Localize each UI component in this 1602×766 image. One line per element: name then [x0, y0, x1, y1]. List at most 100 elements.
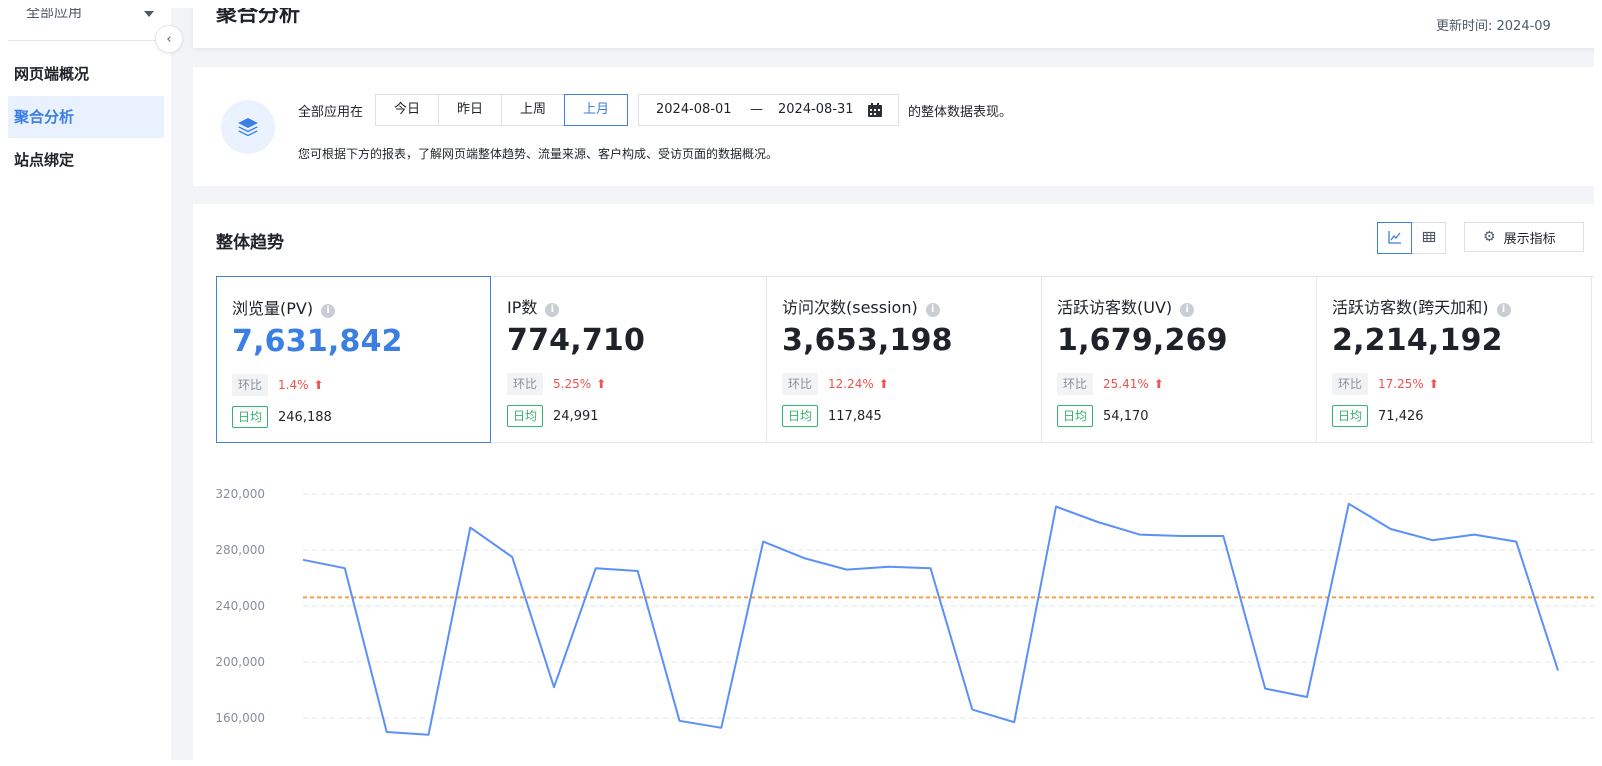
layers-icon	[221, 100, 275, 154]
filter-suffix-text: 的整体数据表现。	[908, 105, 1013, 120]
kpi-card-session[interactable]: 访问次数(session) i 3,653,198 环比 12.24% ⬆ 日均 117…	[767, 276, 1042, 443]
change-value: 5.25%	[553, 377, 592, 391]
change-value: 25.41%	[1103, 377, 1149, 391]
kpi-name: 活跃访客数(UV) i	[1057, 294, 1195, 318]
date-end: 2024-08-31	[778, 102, 854, 117]
kpi-change: 环比 5.25% ⬆	[507, 373, 606, 395]
app-select[interactable]: 全部应用	[8, 8, 171, 41]
date-range-picker[interactable]: 2024-08-01 — 2024-08-31	[638, 94, 899, 126]
filter-prefix-text: 全部应用在	[298, 105, 364, 120]
avg-label: 日均	[1057, 405, 1094, 427]
y-tick-label: 160,000	[215, 711, 265, 725]
info-icon[interactable]: i	[1180, 303, 1195, 317]
line-chart-view-button[interactable]	[1377, 222, 1412, 254]
kpi-change: 环比 25.41% ⬆	[1057, 373, 1164, 395]
info-icon[interactable]: i	[1496, 303, 1511, 317]
change-value: 17.25%	[1378, 377, 1424, 391]
kpi-value: 2,214,192	[1332, 323, 1503, 358]
kpi-card-pv[interactable]: 浏览量(PV) i 7,631,842 环比 1.4% ⬆ 日均 246,188	[216, 276, 491, 443]
avg-value: 246,188	[278, 409, 332, 425]
info-icon[interactable]: i	[321, 304, 336, 318]
kpi-daily-average: 日均 117,845	[782, 405, 882, 427]
avg-label: 日均	[782, 405, 819, 427]
change-label: 环比	[232, 374, 269, 396]
kpi-value: 7,631,842	[232, 324, 403, 359]
kpi-daily-average: 日均 24,991	[507, 405, 599, 427]
app-frame: 全部应用 网页端概况 聚合分析 站点绑定 ‹ 聚合分析 更新时间: 2024-0…	[8, 8, 1602, 760]
y-tick-label: 240,000	[215, 599, 265, 613]
kpi-row: 浏览量(PV) i 7,631,842 环比 1.4% ⬆ 日均 246,188 IP数…	[216, 276, 1602, 443]
kpi-name-text: 活跃访客数(UV)	[1057, 298, 1173, 317]
kpi-value: 774,710	[507, 323, 646, 358]
arrow-up-icon: ⬆	[1428, 377, 1439, 391]
trend-panel: 整体趋势 ⚙ 展示指标 浏览量(PV) i 7,631,842 环比 1.4% ⬆	[193, 204, 1602, 760]
kpi-name-text: 访问次数(session)	[782, 298, 918, 317]
view-toggle	[1377, 222, 1446, 254]
avg-value: 54,170	[1103, 408, 1149, 424]
kpi-value: 3,653,198	[782, 323, 953, 358]
date-separator: —	[750, 102, 763, 117]
kpi-daily-average: 日均 54,170	[1057, 405, 1149, 427]
avg-value: 117,845	[828, 408, 882, 424]
page-title: 聚合分析	[216, 8, 300, 26]
kpi-card-uv-cross-day[interactable]: 活跃访客数(跨天加和) i 2,214,192 环比 17.25% ⬆ 日均 71,42…	[1317, 276, 1592, 443]
change-value: 12.24%	[828, 377, 874, 391]
avg-label: 日均	[232, 406, 269, 428]
change-label: 环比	[1057, 373, 1094, 395]
kpi-card-ip[interactable]: IP数 i 774,710 环比 5.25% ⬆ 日均 24,991	[492, 276, 767, 443]
date-start: 2024-08-01	[656, 102, 732, 117]
trend-title: 整体趋势	[216, 233, 284, 253]
y-tick-label: 320,000	[215, 487, 265, 501]
kpi-name-text: IP数	[507, 298, 538, 317]
kpi-name-text: 浏览量(PV)	[232, 299, 314, 318]
gear-icon: ⚙	[1483, 229, 1496, 245]
change-label: 环比	[782, 373, 819, 395]
kpi-card-uv[interactable]: 活跃访客数(UV) i 1,679,269 环比 25.41% ⬆ 日均 54,170	[1042, 276, 1317, 443]
display-metrics-button[interactable]: ⚙ 展示指标	[1464, 222, 1584, 252]
filter-panel: 全部应用在 今日 昨日 上周 上月 2024-08-01 — 2024-08-3…	[193, 67, 1602, 186]
arrow-up-icon: ⬆	[878, 377, 889, 391]
change-label: 环比	[1332, 373, 1369, 395]
trend-line-chart[interactable]: 320,000 280,000 240,000 200,000 160,000	[193, 464, 1602, 760]
period-yesterday-button[interactable]: 昨日	[438, 94, 502, 126]
arrow-up-icon: ⬆	[313, 378, 324, 392]
kpi-daily-average: 日均 71,426	[1332, 405, 1424, 427]
kpi-change: 环比 17.25% ⬆	[1332, 373, 1439, 395]
arrow-up-icon: ⬆	[596, 377, 607, 391]
sidebar-item-site-binding[interactable]: 站点绑定	[8, 139, 164, 181]
period-last-month-button[interactable]: 上月	[564, 94, 628, 126]
page-header: 聚合分析 更新时间: 2024-09	[193, 8, 1602, 48]
info-icon[interactable]: i	[925, 303, 940, 317]
change-value: 1.4%	[278, 378, 309, 392]
collapse-sidebar-button[interactable]: ‹	[155, 25, 183, 53]
calendar-icon	[867, 102, 883, 122]
kpi-change: 环比 12.24% ⬆	[782, 373, 889, 395]
y-tick-label: 200,000	[215, 655, 265, 669]
table-view-button[interactable]	[1411, 222, 1446, 254]
chevron-left-icon: ‹	[166, 31, 172, 47]
sidebar-item-aggregate-analysis[interactable]: 聚合分析	[8, 96, 164, 138]
table-icon	[1422, 229, 1436, 248]
sidebar: 全部应用 网页端概况 聚合分析 站点绑定	[8, 8, 171, 760]
caret-down-icon	[144, 11, 154, 17]
update-time: 更新时间: 2024-09	[1436, 19, 1551, 34]
period-last-week-button[interactable]: 上周	[501, 94, 565, 126]
y-tick-label: 280,000	[215, 543, 265, 557]
kpi-name: 浏览量(PV) i	[232, 295, 336, 319]
kpi-name: 访问次数(session) i	[782, 294, 940, 318]
kpi-daily-average: 日均 246,188	[232, 406, 332, 428]
period-today-button[interactable]: 今日	[375, 94, 439, 126]
arrow-up-icon: ⬆	[1153, 377, 1164, 391]
avg-value: 71,426	[1378, 408, 1424, 424]
sidebar-item-web-overview[interactable]: 网页端概况	[8, 53, 164, 95]
kpi-change: 环比 1.4% ⬆	[232, 374, 324, 396]
line-chart-icon	[1387, 229, 1402, 248]
period-selector: 今日 昨日 上周 上月	[375, 94, 628, 126]
kpi-name: IP数 i	[507, 294, 560, 318]
app-select-value: 全部应用	[26, 8, 82, 21]
series-line	[302, 502, 1559, 736]
filter-description: 您可根据下方的报表，了解网页端整体趋势、流量来源、客户构成、受访页面的数据概况。	[298, 147, 779, 161]
info-icon[interactable]: i	[545, 303, 560, 317]
avg-value: 24,991	[553, 408, 599, 424]
kpi-value: 1,679,269	[1057, 323, 1228, 358]
